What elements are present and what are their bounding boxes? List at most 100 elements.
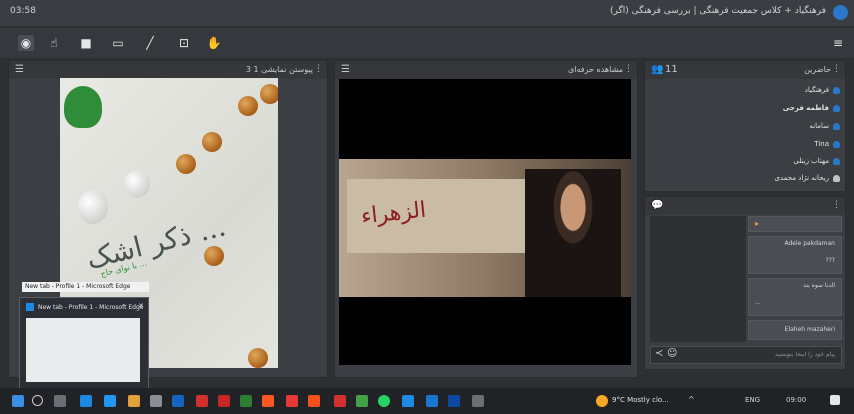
chat-icon: 💬 bbox=[651, 200, 664, 211]
taskbar-clock[interactable]: 09:00 bbox=[786, 396, 806, 404]
pod-options-icon[interactable]: ⋮ bbox=[832, 64, 841, 74]
banner-text: الزهراء bbox=[359, 197, 428, 230]
user-icon bbox=[833, 104, 840, 112]
pod-menu-icon[interactable]: ☰ bbox=[15, 64, 24, 75]
bead bbox=[238, 96, 258, 116]
task-view-icon[interactable] bbox=[54, 395, 66, 407]
app-icon[interactable] bbox=[218, 395, 230, 407]
share-icon[interactable]: ◉ bbox=[18, 35, 34, 51]
bead bbox=[260, 84, 278, 104]
app-icon[interactable] bbox=[172, 395, 184, 407]
app-icon[interactable] bbox=[334, 395, 346, 407]
files-icon[interactable] bbox=[128, 395, 140, 407]
tray-chevron-icon[interactable]: ^ bbox=[688, 395, 695, 404]
store-icon[interactable] bbox=[104, 395, 116, 407]
notification-icon[interactable] bbox=[830, 395, 840, 405]
start-icon[interactable] bbox=[12, 395, 24, 407]
hamburger-icon[interactable]: ≡ bbox=[830, 35, 846, 51]
language-indicator[interactable]: ENG bbox=[745, 396, 760, 404]
send-icon[interactable]: ≺ bbox=[655, 348, 663, 359]
attendees-icon: 👥 bbox=[651, 64, 664, 75]
attendee-name: Tina bbox=[814, 140, 829, 148]
attendee-name: فاطمه فرجی bbox=[782, 104, 829, 112]
attendee-item[interactable]: مهتاب زینلی bbox=[793, 157, 840, 165]
bead bbox=[176, 154, 196, 174]
user-avatar-icon[interactable] bbox=[833, 5, 848, 20]
title-bar: 03:58 فرهنگیاد + کلاس جمعیت فرهنگی | برر… bbox=[0, 0, 854, 26]
attendee-item[interactable]: فاطمه فرجی bbox=[783, 104, 840, 112]
chat-text: ??? bbox=[825, 257, 835, 264]
search-icon[interactable] bbox=[32, 395, 43, 406]
video-player[interactable]: الزهراء bbox=[339, 79, 631, 365]
close-icon[interactable]: ✕ bbox=[138, 302, 144, 310]
bead-white bbox=[124, 170, 150, 198]
video-pod-title: مشاهده حرفه‌ای bbox=[568, 65, 623, 74]
chat-scroll-area bbox=[650, 216, 746, 342]
attendee-name: فرهنگیاد bbox=[804, 86, 829, 94]
attendee-name: مهتاب زینلی bbox=[793, 157, 829, 165]
pod-menu-icon[interactable]: ☰ bbox=[341, 64, 350, 75]
logo-icon bbox=[64, 86, 102, 128]
session-clock: 03:58 bbox=[10, 6, 36, 16]
app-icon[interactable] bbox=[402, 395, 414, 407]
app-icon[interactable] bbox=[308, 395, 320, 407]
edge-icon bbox=[26, 303, 34, 311]
app-icon[interactable] bbox=[472, 395, 484, 407]
webcam-icon[interactable]: ■ bbox=[78, 35, 94, 51]
whiteboard-icon[interactable]: ⊡ bbox=[176, 35, 192, 51]
app-icon[interactable] bbox=[356, 395, 368, 407]
attendee-count: 11 bbox=[665, 64, 678, 75]
pen-icon[interactable]: ╱ bbox=[142, 35, 158, 51]
chat-sender: الدنا سوه بند bbox=[803, 282, 835, 289]
attendee-item[interactable]: Tina bbox=[814, 140, 840, 148]
chat-text: ... bbox=[755, 299, 761, 306]
user-icon bbox=[833, 86, 840, 94]
attendee-item[interactable]: فرهنگیاد bbox=[805, 86, 840, 94]
chat-input[interactable]: ≺ ☺ پیام خود را اینجا بنویسید bbox=[650, 346, 842, 364]
user-icon bbox=[833, 140, 840, 148]
bead bbox=[248, 348, 268, 368]
user-icon bbox=[833, 157, 840, 165]
attendee-item[interactable]: ریحانه نژاد محمدی bbox=[775, 174, 840, 182]
word-icon[interactable] bbox=[448, 395, 460, 407]
user-icon bbox=[833, 122, 840, 130]
attendee-item[interactable]: سامانه bbox=[809, 122, 840, 130]
screen-share-icon[interactable]: ▭ bbox=[110, 35, 126, 51]
window-title: فرهنگیاد + کلاس جمعیت فرهنگی | بررسی فره… bbox=[610, 6, 826, 16]
bead-white bbox=[78, 190, 108, 224]
chat-sender: Adele pakdaman bbox=[784, 240, 835, 247]
pod-options-icon[interactable]: ⋮ bbox=[624, 64, 633, 74]
preview-thumbnail bbox=[26, 318, 140, 382]
preview-title: New tab - Profile 1 - Microsoft Edge bbox=[38, 304, 144, 311]
taskbar-window-preview[interactable]: New tab - Profile 1 - Microsoft Edge ✕ bbox=[19, 297, 149, 389]
chat-message: Adele pakdaman ??? bbox=[748, 236, 842, 274]
share-pod-header: ☰ پیوستن نمایشی 1 3 ⋮ bbox=[9, 61, 327, 79]
chat-marker-icon: ▸ bbox=[755, 219, 760, 228]
video-frame: الزهراء bbox=[339, 159, 631, 297]
pod-options-icon[interactable]: ⋮ bbox=[314, 64, 323, 74]
weather-text[interactable]: 9°C Mostly clo... bbox=[612, 396, 669, 404]
edge-icon[interactable] bbox=[80, 395, 92, 407]
pointer-icon[interactable]: ☝ bbox=[46, 35, 62, 51]
emoji-icon[interactable]: ☺ bbox=[667, 348, 677, 359]
attendees-pod-header: 👥 11 حاضرین ⋮ bbox=[645, 61, 845, 79]
chat-message: Elaheh mazaheri bbox=[748, 320, 842, 340]
app-icon[interactable] bbox=[426, 395, 438, 407]
speaker-figure bbox=[525, 169, 621, 297]
app-icon[interactable] bbox=[240, 395, 252, 407]
raise-hand-icon[interactable]: ✋ bbox=[206, 35, 222, 51]
chat-sender: Elaheh mazaheri bbox=[784, 326, 835, 333]
slide-calligraphy: ذکر اشک ... bbox=[83, 209, 229, 276]
app-icon[interactable] bbox=[150, 395, 162, 407]
whatsapp-icon[interactable] bbox=[378, 395, 390, 407]
video-pod-header: ☰ مشاهده حرفه‌ای ⋮ bbox=[335, 61, 637, 79]
chat-pod-header: 💬 ⋮ bbox=[645, 197, 845, 215]
user-icon bbox=[833, 174, 840, 182]
app-icon[interactable] bbox=[262, 395, 274, 407]
app-icon[interactable] bbox=[196, 395, 208, 407]
chat-message: ▸ bbox=[748, 216, 842, 232]
pod-options-icon[interactable]: ⋮ bbox=[832, 200, 841, 210]
bead bbox=[202, 132, 222, 152]
app-icon[interactable] bbox=[286, 395, 298, 407]
video-banner: الزهراء bbox=[347, 179, 525, 253]
